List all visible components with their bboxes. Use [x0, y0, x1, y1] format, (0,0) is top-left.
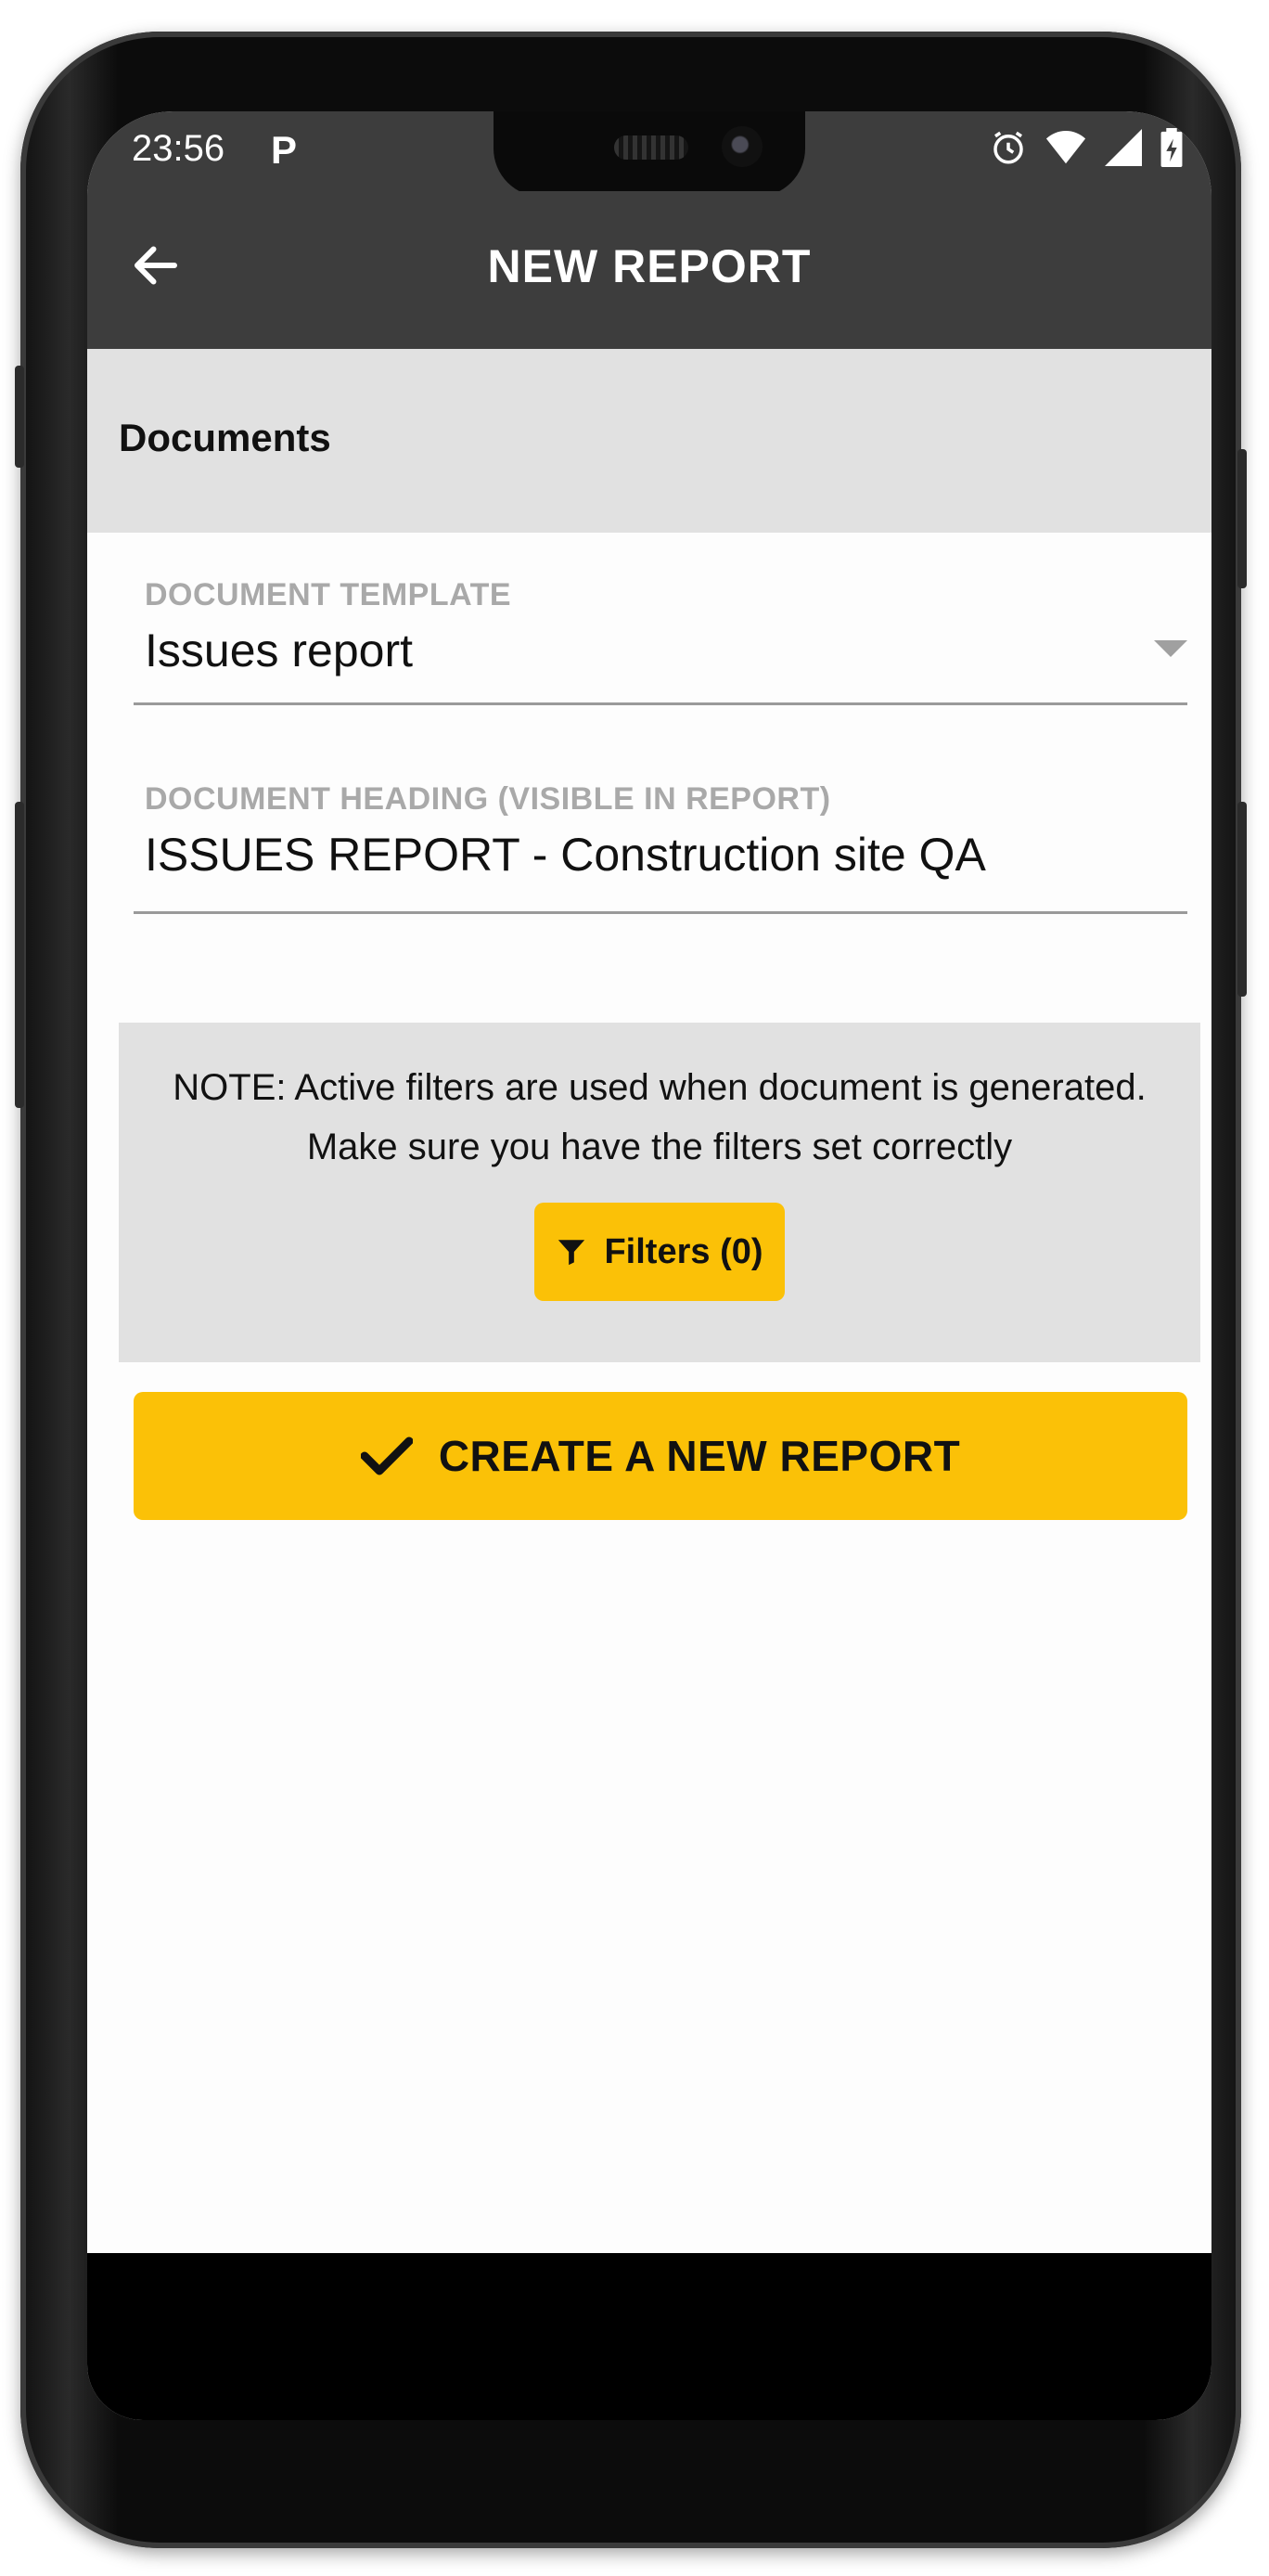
status-time: 23:56 — [132, 128, 225, 169]
phone-side-button-left-upper — [15, 366, 24, 468]
phone-frame: 23:56 P NEW REPORT Documents DOCUMENT TE… — [15, 32, 1247, 2548]
status-icons — [989, 128, 1184, 167]
filters-note-text: NOTE: Active filters are used when docum… — [173, 1067, 1147, 1167]
create-report-label: CREATE A NEW REPORT — [438, 1432, 961, 1480]
document-heading-label: DOCUMENT HEADING (VISIBLE IN REPORT) — [145, 781, 831, 817]
front-camera — [722, 126, 763, 167]
section-title: Documents — [119, 416, 331, 459]
phone-side-button-left-lower — [15, 802, 24, 1108]
filter-icon — [558, 1240, 585, 1266]
checkmark-icon — [360, 1436, 413, 1475]
field-underline — [134, 911, 1187, 914]
phone-side-button-right-lower — [1237, 802, 1247, 997]
alarm-icon — [993, 131, 1023, 164]
filters-note-box: NOTE: Active filters are used when docum… — [119, 1023, 1200, 1362]
cell-signal-icon — [1105, 129, 1142, 166]
documents-section-header: Documents — [87, 349, 1211, 533]
document-heading-input[interactable] — [145, 828, 1128, 882]
page-title: NEW REPORT — [487, 240, 812, 292]
earpiece-speaker — [614, 135, 688, 160]
create-report-button[interactable]: CREATE A NEW REPORT — [134, 1392, 1187, 1520]
battery-charging-icon — [1160, 128, 1183, 167]
wifi-icon — [1045, 131, 1086, 164]
navigation-bar — [87, 2253, 1211, 2420]
document-heading-field[interactable]: DOCUMENT HEADING (VISIBLE IN REPORT) — [134, 781, 1187, 917]
phone-screen: 23:56 P NEW REPORT Documents DOCUMENT TE… — [87, 111, 1211, 2420]
parking-p-icon: P — [271, 128, 298, 172]
document-template-field[interactable]: DOCUMENT TEMPLATE Issues report — [134, 577, 1187, 707]
app-bar: NEW REPORT — [87, 191, 1211, 349]
field-underline — [134, 702, 1187, 705]
filters-button-label: Filters (0) — [604, 1231, 763, 1271]
document-template-select[interactable]: Issues report — [145, 624, 1128, 677]
chevron-down-icon[interactable] — [1154, 640, 1187, 657]
filters-button[interactable]: Filters (0) — [534, 1203, 785, 1301]
phone-side-button-right — [1237, 449, 1247, 588]
document-template-label: DOCUMENT TEMPLATE — [145, 577, 512, 612]
